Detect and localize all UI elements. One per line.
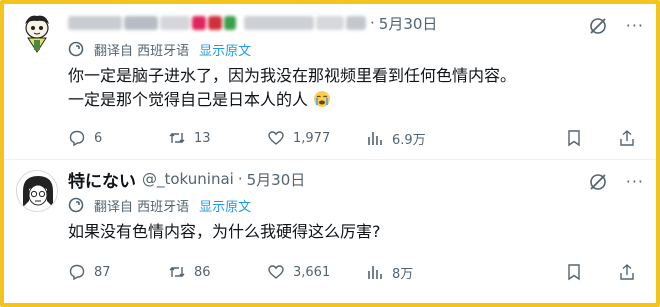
tweet-date[interactable]: 5月30日 — [379, 13, 438, 34]
views-button[interactable]: 8万 — [366, 263, 413, 282]
tweet[interactable]: · 5月30日 翻译自 西班牙语 显示原文 你一定是脑子进水了，因为我没在那视频… — [4, 4, 656, 160]
translate-icon — [68, 41, 84, 57]
separator-dot: · — [237, 170, 243, 188]
more-options-icon[interactable]: ··· — [626, 16, 644, 35]
reply-count: 6 — [94, 130, 103, 146]
retweet-icon — [169, 133, 185, 143]
avatar[interactable] — [16, 170, 58, 212]
reply-button[interactable]: 6 — [68, 129, 102, 147]
more-options-icon[interactable]: ··· — [626, 172, 644, 191]
grok-icon[interactable] — [588, 16, 608, 36]
show-original-link[interactable]: 显示原文 — [199, 196, 251, 215]
bookmark-button[interactable] — [565, 129, 583, 147]
author-handle[interactable]: @_tokuninai — [142, 170, 234, 188]
translate-icon — [68, 197, 84, 213]
share-icon — [620, 130, 634, 146]
like-button[interactable]: 1,977 — [267, 129, 330, 147]
view-count: 8万 — [392, 266, 414, 282]
retweet-button[interactable]: 86 — [168, 263, 211, 281]
tweet-text: 如果没有色情内容，为什么我硬得这么厉害? — [68, 220, 644, 244]
author-name-redacted[interactable] — [68, 16, 236, 30]
like-count: 3,661 — [293, 264, 331, 280]
show-original-link[interactable]: 显示原文 — [199, 40, 251, 59]
separator-dot: · — [370, 14, 375, 32]
heart-icon — [268, 131, 284, 145]
retweet-button[interactable]: 13 — [168, 129, 211, 147]
tweet-text-line: 你一定是脑子进水了，因为我没在那视频里看到任何色情内容。 — [68, 66, 517, 85]
reply-button[interactable]: 87 — [68, 263, 111, 281]
like-button[interactable]: 3,661 — [267, 263, 330, 281]
bookmark-icon — [568, 130, 580, 147]
share-icon — [620, 264, 634, 280]
view-count: 6.9万 — [392, 132, 426, 148]
tweet-text-line: 如果没有色情内容，为什么我硬得这么厉害? — [68, 222, 381, 241]
reply-count: 87 — [94, 264, 111, 280]
bookmark-button[interactable] — [565, 263, 583, 281]
avatar[interactable] — [16, 12, 58, 54]
translated-from-label: 翻译自 西班牙语 — [94, 43, 190, 59]
retweet-icon — [169, 267, 185, 277]
heart-icon — [268, 265, 284, 279]
reply-icon — [69, 264, 85, 281]
tweet[interactable]: 特にない @_tokuninai · 5月30日 翻译自 西班牙语 显示原文 如… — [4, 160, 656, 303]
retweet-count: 13 — [194, 130, 211, 146]
tweet-text: 你一定是脑子进水了，因为我没在那视频里看到任何色情内容。 一定是那个觉得自己是日… — [68, 64, 644, 112]
bookmark-icon — [568, 264, 580, 281]
handle-redacted[interactable] — [244, 16, 366, 30]
reply-icon — [69, 130, 85, 147]
crying-face-icon — [314, 91, 331, 107]
tweet-text-line: 一定是那个觉得自己是日本人的人 — [68, 88, 644, 112]
share-button[interactable] — [618, 129, 636, 147]
translated-from-label: 翻译自 西班牙语 — [94, 199, 190, 215]
views-button[interactable]: 6.9万 — [366, 129, 426, 148]
tweet-date[interactable]: 5月30日 — [247, 169, 306, 190]
like-count: 1,977 — [293, 130, 331, 146]
share-button[interactable] — [618, 263, 636, 281]
grok-icon[interactable] — [588, 172, 608, 192]
author-name[interactable]: 特にない — [68, 167, 136, 192]
analytics-icon — [368, 132, 382, 145]
analytics-icon — [368, 266, 382, 279]
retweet-count: 86 — [194, 264, 211, 280]
